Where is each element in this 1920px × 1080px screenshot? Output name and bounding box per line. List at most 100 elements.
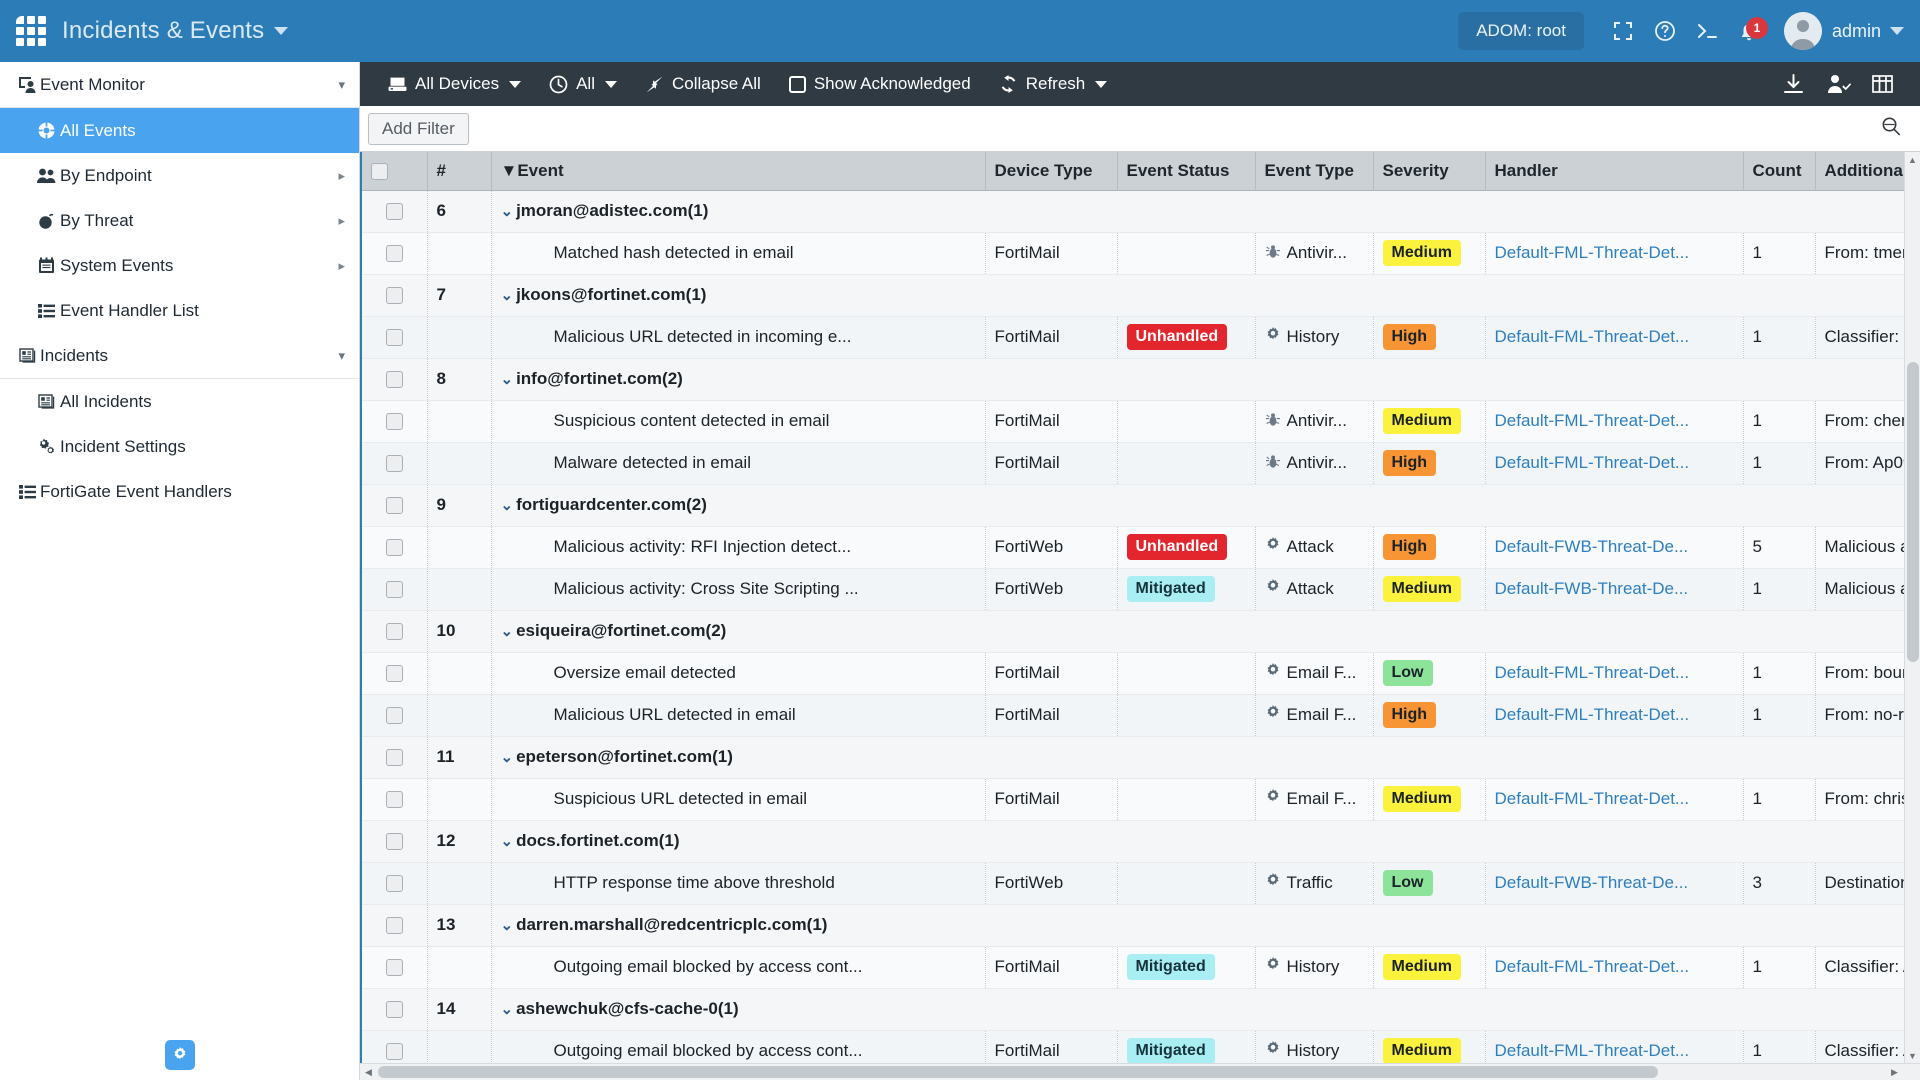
sidebar-item-system-events[interactable]: System Events ▸ xyxy=(0,243,359,288)
event-name[interactable]: Suspicious URL detected in email xyxy=(491,778,986,821)
handler-cell[interactable]: Default-FML-Threat-Det... xyxy=(1485,400,1744,443)
event-name[interactable]: Malicious activity: RFI Injection detect… xyxy=(491,526,986,569)
sidebar-group-event-monitor[interactable]: Event Monitor ▾ xyxy=(0,62,359,108)
vertical-scrollbar[interactable]: ▲ ▼ xyxy=(1904,152,1920,1064)
row-checkbox[interactable] xyxy=(385,833,403,851)
event-name[interactable]: HTTP response time above threshold xyxy=(491,862,986,905)
table-group-row[interactable]: 14 ⌄ ashewchuk@cfs-cache-0(1) xyxy=(360,988,1920,1031)
sidebar-item-by-threat[interactable]: By Threat ▸ xyxy=(0,198,359,243)
user-chevron-down-icon[interactable] xyxy=(1890,27,1904,35)
row-checkbox[interactable] xyxy=(385,497,403,515)
chevron-down-icon[interactable]: ⌄ xyxy=(501,371,514,388)
event-name[interactable]: Malicious URL detected in incoming e... xyxy=(491,316,986,359)
row-checkbox-cell[interactable] xyxy=(360,736,428,779)
horizontal-scroll-thumb[interactable] xyxy=(378,1066,1658,1078)
column-header-severity[interactable]: Severity xyxy=(1373,152,1486,191)
chevron-down-icon[interactable]: ⌄ xyxy=(501,497,514,514)
row-checkbox[interactable] xyxy=(385,791,403,809)
row-checkbox-cell[interactable] xyxy=(360,442,428,485)
row-checkbox-cell[interactable] xyxy=(360,568,428,611)
device-filter-button[interactable]: All Devices xyxy=(374,62,535,106)
handler-cell[interactable]: Default-FML-Threat-Det... xyxy=(1485,442,1744,485)
acknowledge-icon[interactable] xyxy=(1816,62,1862,106)
row-checkbox-cell[interactable] xyxy=(360,190,428,233)
table-row[interactable]: Suspicious content detected in email Fort… xyxy=(360,400,1920,443)
column-header-device-type[interactable]: Device Type xyxy=(985,152,1118,191)
group-label[interactable]: ⌄ fortiguardcenter.com(2) xyxy=(491,484,1920,527)
notifications-icon[interactable]: 1 xyxy=(1728,0,1770,62)
event-name[interactable]: Matched hash detected in email xyxy=(491,232,986,275)
horizontal-scrollbar[interactable]: ◀ ▶ xyxy=(360,1063,1920,1080)
column-header-number[interactable]: # xyxy=(427,152,492,191)
refresh-button[interactable]: Refresh xyxy=(985,62,1122,106)
event-name[interactable]: Malicious URL detected in email xyxy=(491,694,986,737)
download-icon[interactable] xyxy=(1770,62,1816,106)
row-checkbox-cell[interactable] xyxy=(360,778,428,821)
avatar[interactable] xyxy=(1783,12,1822,50)
row-checkbox[interactable] xyxy=(385,959,403,977)
handler-link[interactable]: Default-FML-Threat-Det... xyxy=(1495,327,1690,346)
sidebar-item-all-events[interactable]: All Events xyxy=(0,108,359,153)
chevron-down-icon[interactable]: ⌄ xyxy=(501,1001,514,1018)
handler-cell[interactable]: Default-FML-Threat-Det... xyxy=(1485,232,1744,275)
row-checkbox-cell[interactable] xyxy=(360,946,428,989)
row-checkbox[interactable] xyxy=(385,245,403,263)
handler-link[interactable]: Default-FWB-Threat-De... xyxy=(1495,579,1689,598)
event-name[interactable]: Suspicious content detected in email xyxy=(491,400,986,443)
group-label[interactable]: ⌄ darren.marshall@redcentricplc.com(1) xyxy=(491,904,1920,947)
event-name[interactable]: Malicious activity: Cross Site Scripting… xyxy=(491,568,986,611)
gear-icon[interactable] xyxy=(164,1040,195,1070)
event-name[interactable]: Outgoing email blocked by access cont... xyxy=(491,946,986,989)
row-checkbox-cell[interactable] xyxy=(360,274,428,317)
app-logo[interactable] xyxy=(0,16,62,46)
row-checkbox[interactable] xyxy=(385,413,403,431)
group-label[interactable]: ⌄ jkoons@fortinet.com(1) xyxy=(491,274,1920,317)
table-row[interactable]: Matched hash detected in email FortiMail A… xyxy=(360,232,1920,275)
row-checkbox-cell[interactable] xyxy=(360,694,428,737)
sidebar-item-all-incidents[interactable]: All Incidents xyxy=(0,379,359,424)
group-label[interactable]: ⌄ jmoran@adistec.com(1) xyxy=(491,190,1920,233)
column-header-event[interactable]: ▼Event xyxy=(491,152,986,191)
table-row[interactable]: Malicious activity: RFI Injection detect… xyxy=(360,526,1920,569)
chevron-down-icon[interactable]: ⌄ xyxy=(501,917,514,934)
row-checkbox-cell[interactable] xyxy=(360,232,428,275)
row-checkbox-cell[interactable] xyxy=(360,652,428,695)
table-row[interactable]: Suspicious URL detected in email FortiMai… xyxy=(360,778,1920,821)
handler-link[interactable]: Default-FML-Threat-Det... xyxy=(1495,705,1690,724)
handler-link[interactable]: Default-FML-Threat-Det... xyxy=(1495,663,1690,682)
table-row[interactable]: Oversize email detected FortiMail Email F.… xyxy=(360,652,1920,695)
column-settings-icon[interactable] xyxy=(1862,62,1908,106)
select-all-header[interactable] xyxy=(360,152,428,191)
search-icon[interactable] xyxy=(1880,116,1912,141)
scroll-up-icon[interactable]: ▲ xyxy=(1905,152,1920,168)
chevron-down-icon[interactable]: ⌄ xyxy=(501,203,514,220)
row-checkbox[interactable] xyxy=(385,875,403,893)
handler-cell[interactable]: Default-FML-Threat-Det... xyxy=(1485,652,1744,695)
handler-cell[interactable]: Default-FML-Threat-Det... xyxy=(1485,778,1744,821)
row-checkbox-cell[interactable] xyxy=(360,988,428,1031)
select-all-checkbox[interactable] xyxy=(371,162,388,180)
row-checkbox-cell[interactable] xyxy=(360,862,428,905)
handler-link[interactable]: Default-FML-Threat-Det... xyxy=(1495,789,1690,808)
scroll-right-icon[interactable]: ▶ xyxy=(1886,1064,1903,1080)
table-group-row[interactable]: 8 ⌄ info@fortinet.com(2) xyxy=(360,358,1920,401)
handler-cell[interactable]: Default-FML-Threat-Det... xyxy=(1485,694,1744,737)
handler-link[interactable]: Default-FML-Threat-Det... xyxy=(1495,453,1690,472)
row-checkbox[interactable] xyxy=(385,749,403,767)
sidebar-item-incident-settings[interactable]: Incident Settings xyxy=(0,424,359,469)
scroll-left-icon[interactable]: ◀ xyxy=(360,1064,377,1080)
event-name[interactable]: Malware detected in email xyxy=(491,442,986,485)
handler-cell[interactable]: Default-FWB-Threat-De... xyxy=(1485,568,1744,611)
table-row[interactable]: Malware detected in email FortiMail Antivi… xyxy=(360,442,1920,485)
handler-cell[interactable]: Default-FML-Threat-Det... xyxy=(1485,316,1744,359)
row-checkbox[interactable] xyxy=(385,581,403,599)
column-header-handler[interactable]: Handler xyxy=(1485,152,1744,191)
group-label[interactable]: ⌄ docs.fortinet.com(1) xyxy=(491,820,1920,863)
column-header-event-status[interactable]: Event Status xyxy=(1117,152,1256,191)
row-checkbox[interactable] xyxy=(385,371,403,389)
chevron-down-icon[interactable]: ⌄ xyxy=(501,749,514,766)
adom-badge[interactable]: ADOM: root xyxy=(1458,12,1584,50)
handler-link[interactable]: Default-FWB-Threat-De... xyxy=(1495,873,1689,892)
handler-cell[interactable]: Default-FML-Threat-Det... xyxy=(1485,946,1744,989)
chevron-down-icon[interactable]: ⌄ xyxy=(501,833,514,850)
